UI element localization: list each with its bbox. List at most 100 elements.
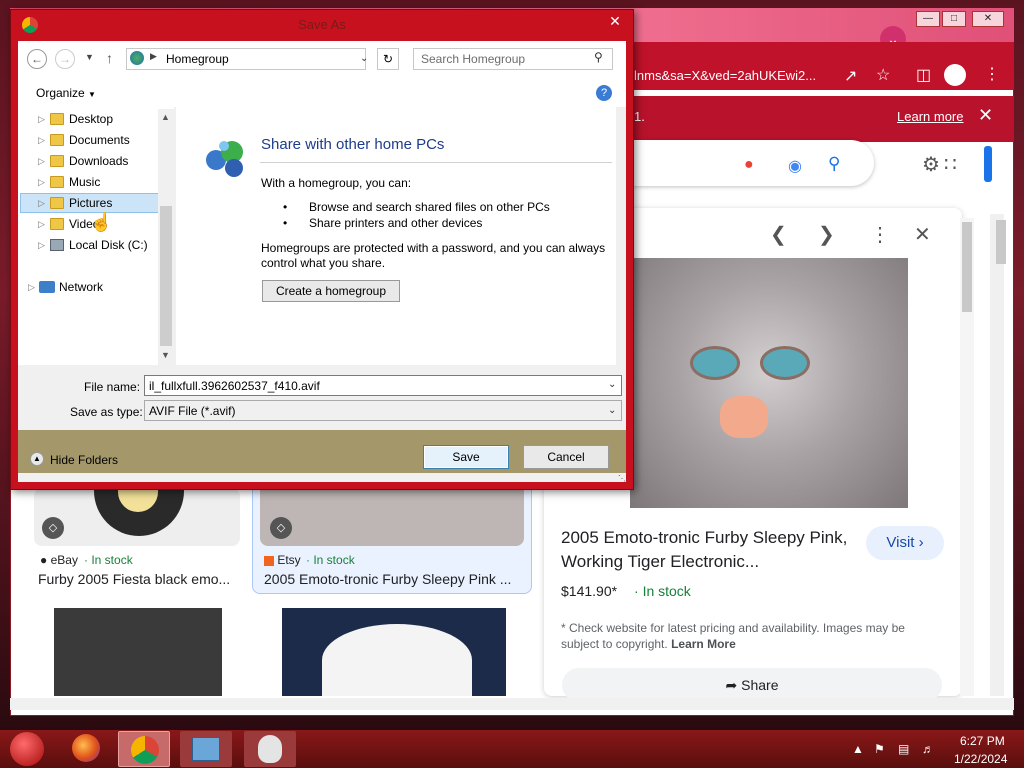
tree-item-network[interactable]: Network <box>59 277 103 297</box>
more-options-icon[interactable]: ⋮ <box>870 222 890 247</box>
close-icon[interactable]: ✕ <box>978 105 993 126</box>
page-scrollbar[interactable] <box>990 214 1004 696</box>
result-2-title[interactable]: 2005 Emoto-tronic Furby Sleepy Pink ... <box>264 571 511 587</box>
learn-more-link[interactable]: Learn more <box>897 109 963 124</box>
result-1-store[interactable]: ● eBay <box>40 553 78 567</box>
organize-menu[interactable]: Organize ▼ <box>36 86 96 100</box>
stock-text: In stock <box>642 583 691 599</box>
profile-avatar[interactable] <box>944 64 966 86</box>
taskbar-chrome[interactable] <box>118 731 170 767</box>
tree-expand-icon[interactable]: ▷ <box>38 114 45 125</box>
tree-scrollbar-thumb[interactable] <box>160 206 172 346</box>
search-icon[interactable]: ⚲ <box>594 50 603 64</box>
horizontal-scrollbar[interactable] <box>10 698 1014 710</box>
share-page-icon[interactable]: ↗ <box>844 66 857 86</box>
sign-in-button[interactable] <box>984 146 992 182</box>
show-hidden-icons[interactable]: ▲ <box>852 742 864 756</box>
furby-beak <box>720 396 768 438</box>
tree-expand-icon[interactable]: ▷ <box>28 282 35 293</box>
address-text[interactable]: Homegroup <box>166 52 229 66</box>
search-icon[interactable]: ⚲ <box>828 154 840 174</box>
product-tag-icon: ◇ <box>42 517 64 539</box>
bookmark-star-icon[interactable]: ☆ <box>876 65 890 85</box>
start-button[interactable] <box>10 732 44 766</box>
result-1-title[interactable]: Furby 2005 Fiesta black emo... <box>38 571 230 587</box>
up-arrow-icon[interactable]: ↑ <box>106 50 113 66</box>
help-icon[interactable]: ? <box>596 85 612 101</box>
homegroup-bullet-1: Browse and search shared files on other … <box>309 200 550 214</box>
panel-scrollbar-thumb[interactable] <box>962 222 972 312</box>
dialog-close-button[interactable]: ✕ <box>598 11 632 31</box>
clock-date[interactable]: 1/22/2024 <box>954 752 1007 766</box>
chrome-close-button[interactable]: ✕ <box>972 11 1004 27</box>
network-tray-icon[interactable]: ▤ <box>898 742 909 756</box>
back-button[interactable]: ← <box>27 49 47 69</box>
address-bar[interactable] <box>126 48 366 70</box>
clock-time[interactable]: 6:27 PM <box>960 734 1005 748</box>
tree-item-music[interactable]: Music <box>69 172 100 192</box>
preview-title[interactable]: 2005 Emoto-tronic Furby Sleepy Pink, Wor… <box>561 526 851 574</box>
url-text[interactable]: lnms&sa=X&ved=2ahUKEwi2... <box>634 68 816 83</box>
result-image-3[interactable] <box>54 608 222 696</box>
cancel-button[interactable]: Cancel <box>523 445 609 469</box>
create-homegroup-button[interactable]: Create a homegroup <box>262 280 400 302</box>
volume-icon[interactable]: ♬ <box>922 742 934 756</box>
chevron-up-icon[interactable]: ▲ <box>30 452 44 466</box>
result-image-4[interactable] <box>282 608 506 696</box>
maximize-button[interactable]: □ <box>942 11 966 27</box>
tree-item-downloads[interactable]: Downloads <box>69 151 128 171</box>
microphone-icon[interactable]: ● <box>744 156 754 174</box>
chevron-right-icon[interactable]: ❯ <box>818 222 835 247</box>
taskbar-firefox[interactable] <box>64 731 116 767</box>
save-as-type-dropdown-icon[interactable]: ⌄ <box>608 405 616 416</box>
close-preview-icon[interactable]: ✕ <box>914 222 931 247</box>
gear-icon[interactable]: ⚙ <box>922 152 940 177</box>
scroll-down-icon[interactable]: ▼ <box>161 350 170 360</box>
tree-expand-icon[interactable]: ▷ <box>38 177 45 188</box>
furby-left-eye <box>690 346 740 380</box>
refresh-icon[interactable]: ↻ <box>377 48 399 70</box>
tree-item-desktop[interactable]: Desktop <box>69 109 113 129</box>
taskbar-mouse-app[interactable] <box>244 731 296 767</box>
file-name-dropdown-icon[interactable]: ⌄ <box>608 379 616 390</box>
network-icon <box>39 281 55 293</box>
bullet-icon: • <box>283 200 288 214</box>
forward-button[interactable]: → <box>55 49 75 69</box>
breadcrumb-chevron-icon[interactable]: ▶ <box>150 51 157 62</box>
menu-kebab-icon[interactable]: ⋮ <box>984 64 1000 84</box>
tree-expand-icon[interactable]: ▷ <box>38 135 45 146</box>
folder-icon <box>50 155 64 167</box>
file-name-value[interactable]: il_fullxfull.3962602537_f410.avif <box>149 379 320 393</box>
result-image-2[interactable] <box>260 488 524 546</box>
chevron-left-icon[interactable]: ❮ <box>770 222 787 247</box>
recent-locations-icon[interactable]: ▼ <box>85 52 94 62</box>
address-dropdown-icon[interactable]: ⌄ <box>360 53 368 64</box>
visit-button[interactable]: Visit › <box>866 526 944 560</box>
learn-more-disclaimer-link[interactable]: Learn More <box>671 637 736 651</box>
save-button[interactable]: Save <box>423 445 509 469</box>
result-image-1[interactable] <box>34 488 240 546</box>
lens-icon[interactable]: ◉ <box>788 156 802 176</box>
organize-label: Organize <box>36 86 85 100</box>
tree-expand-icon[interactable]: ▷ <box>38 198 45 209</box>
share-button[interactable]: ➦ Share <box>562 668 942 702</box>
side-panel-icon[interactable]: ◫ <box>916 65 931 85</box>
tree-expand-icon[interactable]: ▷ <box>38 240 45 251</box>
tree-expand-icon[interactable]: ▷ <box>38 219 45 230</box>
tree-expand-icon[interactable]: ▷ <box>38 156 45 167</box>
taskbar-control-panel[interactable] <box>180 731 232 767</box>
price: $141.90* <box>561 583 618 599</box>
preview-image[interactable] <box>630 258 908 508</box>
page-scrollbar-thumb[interactable] <box>996 220 1006 264</box>
tree-item-pictures[interactable]: Pictures <box>69 193 112 213</box>
tree-item-documents[interactable]: Documents <box>69 130 130 150</box>
save-as-type-value[interactable]: AVIF File (*.avif) <box>149 404 235 418</box>
apps-grid-icon[interactable]: ∷ <box>944 152 957 177</box>
hide-folders-button[interactable]: Hide Folders <box>50 453 118 467</box>
tree-item-local-disk[interactable]: Local Disk (C:) <box>69 235 148 255</box>
minimize-button[interactable]: — <box>916 11 940 27</box>
flag-icon[interactable]: ⚑ <box>874 742 885 756</box>
resize-grip-icon[interactable]: ⋱ <box>618 474 626 483</box>
scroll-up-icon[interactable]: ▲ <box>161 112 170 122</box>
result-2-store[interactable]: Etsy <box>264 553 301 567</box>
